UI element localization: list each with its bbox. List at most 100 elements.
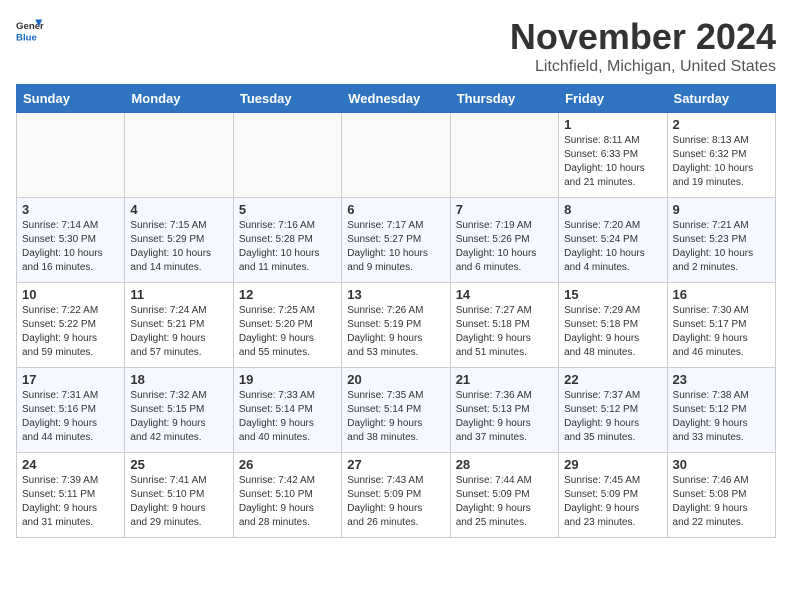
day-info: Sunrise: 7:29 AM Sunset: 5:18 PM Dayligh… (564, 304, 661, 360)
day-number: 27 (347, 457, 444, 472)
day-cell: 5 Sunrise: 7:16 AM Sunset: 5:28 PM Daylig… (233, 198, 341, 283)
weekday-header-wednesday: Wednesday (342, 85, 450, 113)
weekday-header-tuesday: Tuesday (233, 85, 341, 113)
day-cell (342, 113, 450, 198)
day-cell: 11 Sunrise: 7:24 AM Sunset: 5:21 PM Dayli… (125, 283, 233, 368)
weekday-header-monday: Monday (125, 85, 233, 113)
day-cell (125, 113, 233, 198)
day-number: 5 (239, 202, 336, 217)
day-cell: 20 Sunrise: 7:35 AM Sunset: 5:14 PM Dayli… (342, 368, 450, 453)
day-cell: 28 Sunrise: 7:44 AM Sunset: 5:09 PM Dayli… (450, 453, 558, 538)
day-cell: 3Sunrise: 7:14 AM Sunset: 5:30 PM Daylig… (17, 198, 125, 283)
day-cell: 6Sunrise: 7:17 AM Sunset: 5:27 PM Daylig… (342, 198, 450, 283)
day-number: 2 (673, 117, 770, 132)
day-number: 21 (456, 372, 553, 387)
day-number: 17 (22, 372, 119, 387)
day-number: 23 (673, 372, 770, 387)
day-number: 4 (130, 202, 227, 217)
day-number: 18 (130, 372, 227, 387)
day-cell (17, 113, 125, 198)
day-cell: 9 Sunrise: 7:21 AM Sunset: 5:23 PM Daylig… (667, 198, 775, 283)
day-info: Sunrise: 7:16 AM Sunset: 5:28 PM Dayligh… (239, 219, 336, 275)
day-info: Sunrise: 7:37 AM Sunset: 5:12 PM Dayligh… (564, 389, 661, 445)
day-cell: 10 Sunrise: 7:22 AM Sunset: 5:22 PM Dayli… (17, 283, 125, 368)
day-info: Sunrise: 7:25 AM Sunset: 5:20 PM Dayligh… (239, 304, 336, 360)
day-info: Sunrise: 7:43 AM Sunset: 5:09 PM Dayligh… (347, 474, 444, 530)
title-section: November 2024 Litchfield, Michigan, Unit… (510, 16, 776, 76)
weekday-header-thursday: Thursday (450, 85, 558, 113)
week-row-1: 1 Sunrise: 8:11 AM Sunset: 6:33 PM Daylig… (17, 113, 776, 198)
day-number: 24 (22, 457, 119, 472)
day-cell: 27 Sunrise: 7:43 AM Sunset: 5:09 PM Dayli… (342, 453, 450, 538)
day-number: 13 (347, 287, 444, 302)
day-cell: 23Sunrise: 7:38 AM Sunset: 5:12 PM Dayli… (667, 368, 775, 453)
header: General Blue November 2024 Litchfield, M… (16, 16, 776, 76)
day-info: Sunrise: 7:20 AM Sunset: 5:24 PM Dayligh… (564, 219, 661, 275)
day-cell: 25 Sunrise: 7:41 AM Sunset: 5:10 PM Dayli… (125, 453, 233, 538)
location-title: Litchfield, Michigan, United States (510, 58, 776, 76)
day-cell: 2Sunrise: 8:13 AM Sunset: 6:32 PM Daylig… (667, 113, 775, 198)
day-cell: 4 Sunrise: 7:15 AM Sunset: 5:29 PM Daylig… (125, 198, 233, 283)
day-cell: 14 Sunrise: 7:27 AM Sunset: 5:18 PM Dayli… (450, 283, 558, 368)
day-number: 29 (564, 457, 661, 472)
day-number: 22 (564, 372, 661, 387)
week-row-5: 24Sunrise: 7:39 AM Sunset: 5:11 PM Dayli… (17, 453, 776, 538)
day-info: Sunrise: 7:35 AM Sunset: 5:14 PM Dayligh… (347, 389, 444, 445)
day-number: 28 (456, 457, 553, 472)
day-cell: 22 Sunrise: 7:37 AM Sunset: 5:12 PM Dayli… (559, 368, 667, 453)
weekday-header-saturday: Saturday (667, 85, 775, 113)
day-cell: 8 Sunrise: 7:20 AM Sunset: 5:24 PM Daylig… (559, 198, 667, 283)
day-cell: 13Sunrise: 7:26 AM Sunset: 5:19 PM Dayli… (342, 283, 450, 368)
day-info: Sunrise: 7:36 AM Sunset: 5:13 PM Dayligh… (456, 389, 553, 445)
day-number: 30 (673, 457, 770, 472)
day-cell: 24Sunrise: 7:39 AM Sunset: 5:11 PM Dayli… (17, 453, 125, 538)
logo: General Blue (16, 16, 44, 44)
day-cell: 18 Sunrise: 7:32 AM Sunset: 5:15 PM Dayli… (125, 368, 233, 453)
calendar-table: SundayMondayTuesdayWednesdayThursdayFrid… (16, 84, 776, 538)
day-info: Sunrise: 8:11 AM Sunset: 6:33 PM Dayligh… (564, 134, 661, 190)
day-info: Sunrise: 7:24 AM Sunset: 5:21 PM Dayligh… (130, 304, 227, 360)
day-number: 14 (456, 287, 553, 302)
day-info: Sunrise: 7:46 AM Sunset: 5:08 PM Dayligh… (673, 474, 770, 530)
day-cell: 17 Sunrise: 7:31 AM Sunset: 5:16 PM Dayli… (17, 368, 125, 453)
day-number: 19 (239, 372, 336, 387)
weekday-header-row: SundayMondayTuesdayWednesdayThursdayFrid… (17, 85, 776, 113)
day-number: 11 (130, 287, 227, 302)
day-number: 12 (239, 287, 336, 302)
day-info: Sunrise: 7:19 AM Sunset: 5:26 PM Dayligh… (456, 219, 553, 275)
day-info: Sunrise: 7:15 AM Sunset: 5:29 PM Dayligh… (130, 219, 227, 275)
day-number: 26 (239, 457, 336, 472)
day-cell: 12 Sunrise: 7:25 AM Sunset: 5:20 PM Dayli… (233, 283, 341, 368)
weekday-header-sunday: Sunday (17, 85, 125, 113)
day-info: Sunrise: 7:44 AM Sunset: 5:09 PM Dayligh… (456, 474, 553, 530)
day-info: Sunrise: 7:30 AM Sunset: 5:17 PM Dayligh… (673, 304, 770, 360)
day-cell: 15 Sunrise: 7:29 AM Sunset: 5:18 PM Dayli… (559, 283, 667, 368)
day-number: 15 (564, 287, 661, 302)
day-info: Sunrise: 7:33 AM Sunset: 5:14 PM Dayligh… (239, 389, 336, 445)
month-title: November 2024 (510, 16, 776, 58)
day-info: Sunrise: 7:22 AM Sunset: 5:22 PM Dayligh… (22, 304, 119, 360)
day-number: 8 (564, 202, 661, 217)
day-number: 10 (22, 287, 119, 302)
day-number: 20 (347, 372, 444, 387)
day-cell (450, 113, 558, 198)
day-cell: 30 Sunrise: 7:46 AM Sunset: 5:08 PM Dayli… (667, 453, 775, 538)
week-row-3: 10 Sunrise: 7:22 AM Sunset: 5:22 PM Dayli… (17, 283, 776, 368)
day-cell: 26Sunrise: 7:42 AM Sunset: 5:10 PM Dayli… (233, 453, 341, 538)
day-info: Sunrise: 7:32 AM Sunset: 5:15 PM Dayligh… (130, 389, 227, 445)
day-number: 7 (456, 202, 553, 217)
svg-text:Blue: Blue (16, 33, 37, 44)
day-number: 25 (130, 457, 227, 472)
day-info: Sunrise: 7:41 AM Sunset: 5:10 PM Dayligh… (130, 474, 227, 530)
day-number: 1 (564, 117, 661, 132)
day-info: Sunrise: 7:21 AM Sunset: 5:23 PM Dayligh… (673, 219, 770, 275)
day-info: Sunrise: 7:31 AM Sunset: 5:16 PM Dayligh… (22, 389, 119, 445)
logo-icon: General Blue (16, 16, 44, 44)
day-info: Sunrise: 7:27 AM Sunset: 5:18 PM Dayligh… (456, 304, 553, 360)
day-number: 16 (673, 287, 770, 302)
day-number: 9 (673, 202, 770, 217)
day-info: Sunrise: 7:14 AM Sunset: 5:30 PM Dayligh… (22, 219, 119, 275)
day-cell: 7 Sunrise: 7:19 AM Sunset: 5:26 PM Daylig… (450, 198, 558, 283)
day-cell: 21 Sunrise: 7:36 AM Sunset: 5:13 PM Dayli… (450, 368, 558, 453)
day-cell: 19 Sunrise: 7:33 AM Sunset: 5:14 PM Dayli… (233, 368, 341, 453)
